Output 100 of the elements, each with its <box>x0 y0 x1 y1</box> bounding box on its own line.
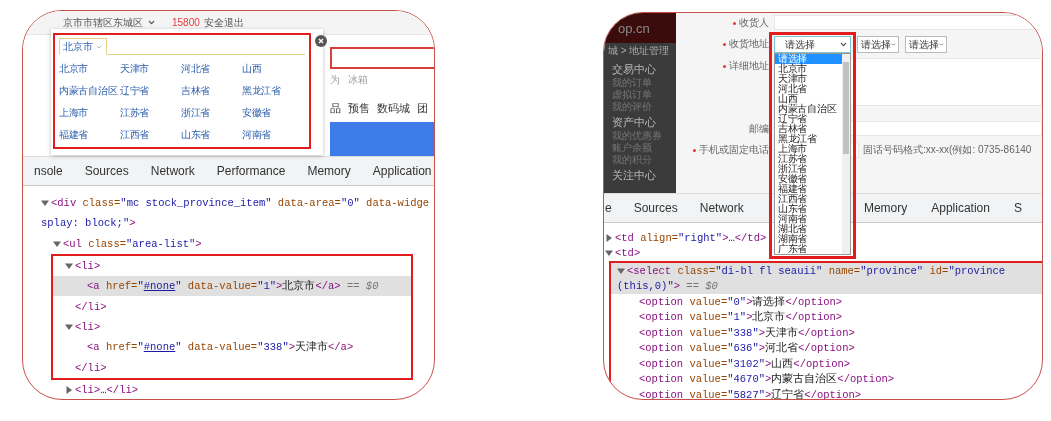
triangle-down-icon[interactable] <box>605 249 613 258</box>
code-line: <option value="4670">内蒙古自治区</option> <box>639 372 895 387</box>
code-line: <div class="mc stock_province_item" data-area="0" data-widge <box>51 197 430 210</box>
location-text[interactable]: 京市市辖区东城区 <box>63 15 143 30</box>
selected-row[interactable]: <a href="#none" data-value="1">北京市</a> == $0 <box>53 276 411 297</box>
triangle-down-icon[interactable] <box>53 239 61 248</box>
devtools-tab[interactable]: Application <box>372 164 432 178</box>
devtools-tab[interactable]: Application <box>931 201 990 215</box>
triangle-down-icon[interactable] <box>617 266 625 275</box>
code-line: <select class="di-bl fl seauii" name="province" id="province <box>627 264 1006 277</box>
dropdown-option[interactable]: 吉林省 <box>775 124 842 134</box>
dropdown-option[interactable]: 黑龙江省 <box>775 134 842 144</box>
chevron-down-icon <box>891 40 896 49</box>
link[interactable]: #none <box>143 280 176 293</box>
dropdown-option[interactable]: 江苏省 <box>775 154 842 164</box>
devtools-tab[interactable]: Memory <box>863 201 908 215</box>
form-label: 手机或固定电话 <box>699 143 769 157</box>
code-line: <td> <box>615 247 641 260</box>
triangle-down-icon[interactable] <box>41 199 49 208</box>
devtools-tab[interactable]: Performance <box>216 164 286 178</box>
code-line: <option value="0">请选择</option> <box>639 294 843 309</box>
area-link[interactable]: 内蒙古自治区 <box>59 84 118 98</box>
site-logo-text: op.cn <box>618 20 650 36</box>
devtools-tab[interactable]: S <box>1014 201 1022 215</box>
code-line: <a href="#none" data-value="338">天津市</a> <box>87 340 354 355</box>
devtools-tab[interactable]: e <box>605 201 612 215</box>
devtools-tab[interactable]: nsole <box>34 164 63 178</box>
devtools-tab[interactable]: Memory <box>307 164 351 178</box>
nav-item[interactable]: 数码城 <box>377 101 410 116</box>
code-line: splay: block;"> <box>41 217 136 230</box>
province-tab[interactable]: 北京市 <box>59 38 107 55</box>
dropdown-option[interactable]: 湖南省 <box>775 234 842 244</box>
dropdown-option[interactable]: 天津市 <box>775 74 842 84</box>
dropdown-option[interactable]: 福建省 <box>775 184 842 194</box>
area-link[interactable]: 吉林省 <box>181 84 211 98</box>
triangle-down-icon[interactable] <box>65 262 73 271</box>
form-label: 邮编 <box>749 122 769 136</box>
area-link[interactable]: 北京市 <box>59 62 89 76</box>
dropdown-option[interactable]: 湖北省 <box>775 224 842 234</box>
devtools-tab[interactable]: Sources <box>633 201 678 215</box>
dropdown-option[interactable]: 内蒙古自治区 <box>775 104 842 114</box>
dropdown-option[interactable]: 北京市 <box>775 64 842 74</box>
form-label: 详细地址 <box>729 59 769 73</box>
points-value: 15800 <box>172 17 200 28</box>
scrollbar[interactable] <box>842 54 850 254</box>
nav-item[interactable]: 团 <box>417 101 428 116</box>
code-line: <option value="636">河北省</option> <box>639 341 855 356</box>
selected-row[interactable]: <select class="di-bl fl seauii" name="province" id="province <box>611 263 1042 279</box>
dropdown-option[interactable]: 山东省 <box>775 204 842 214</box>
dropdown-option[interactable]: 山西 <box>775 94 842 104</box>
dropdown-option[interactable]: 河南省 <box>775 214 842 224</box>
select-field[interactable]: 请选择 <box>857 36 899 53</box>
code-line: (this,0)"> == $0 <box>617 280 718 293</box>
area-link[interactable]: 山西 <box>242 62 262 76</box>
link[interactable]: #none <box>143 341 176 354</box>
close-icon[interactable] <box>315 35 327 47</box>
nav-item[interactable]: 预售 <box>348 101 370 116</box>
search-field[interactable] <box>330 47 434 69</box>
area-link[interactable]: 河南省 <box>242 128 272 142</box>
code-line: <option value="5827">辽宁省</option> <box>639 387 862 399</box>
area-link[interactable]: 江西省 <box>120 128 150 142</box>
dropdown-option[interactable]: 河北省 <box>775 84 842 94</box>
area-link[interactable]: 安徽省 <box>242 106 272 120</box>
area-link[interactable]: 浙江省 <box>181 106 211 120</box>
code-line: </li> <box>75 300 107 313</box>
select-field[interactable]: 请选择 <box>905 36 947 53</box>
dropdown-option[interactable]: 辽宁省 <box>775 114 842 124</box>
area-link[interactable]: 河北省 <box>181 62 211 76</box>
triangle-down-icon[interactable] <box>65 322 73 331</box>
area-link[interactable]: 辽宁省 <box>120 84 150 98</box>
code-line: <option value="1">北京市</option> <box>639 310 843 325</box>
area-link[interactable]: 上海市 <box>59 106 89 120</box>
form-label: 收货人 <box>739 16 769 30</box>
dropdown-option[interactable]: 广东省 <box>775 244 842 254</box>
logout-link[interactable]: 安全退出 <box>203 15 244 30</box>
nav-item[interactable]: 品 <box>330 101 341 116</box>
dropdown-option[interactable]: 安徽省 <box>775 174 842 184</box>
devtools-tab[interactable]: Sources <box>84 164 129 178</box>
dropdown-option[interactable]: 江西省 <box>775 194 842 204</box>
area-link[interactable]: 黑龙江省 <box>242 84 281 98</box>
devtools-tab[interactable]: Network <box>699 201 744 215</box>
code-line: <a href="#none" data-value="1">北京市</a> == $0 <box>87 279 379 294</box>
dropdown-option[interactable]: 浙江省 <box>775 164 842 174</box>
triangle-right-icon[interactable] <box>605 233 613 242</box>
code-line: <ul class="area-list"> <box>63 237 202 250</box>
dropdown-option[interactable]: 上海市 <box>775 144 842 154</box>
chevron-down-icon <box>939 40 944 49</box>
area-link[interactable]: 江苏省 <box>120 106 150 120</box>
code-line: <li> <box>75 260 101 273</box>
chevron-down-icon <box>147 18 156 27</box>
area-link[interactable]: 福建省 <box>59 128 89 142</box>
devtools-tab[interactable]: Network <box>150 164 195 178</box>
area-link[interactable]: 山东省 <box>181 128 211 142</box>
triangle-right-icon[interactable] <box>65 385 73 394</box>
area-link[interactable]: 天津市 <box>120 62 150 76</box>
sidebar-heading: 资产中心 <box>612 116 656 129</box>
chevron-down-icon <box>839 40 848 49</box>
code-line: <option value="3102">山西</option> <box>639 356 851 371</box>
breadcrumb[interactable]: 城 > 地址管理 <box>604 43 670 57</box>
select-field[interactable]: 请选择 <box>774 36 851 53</box>
